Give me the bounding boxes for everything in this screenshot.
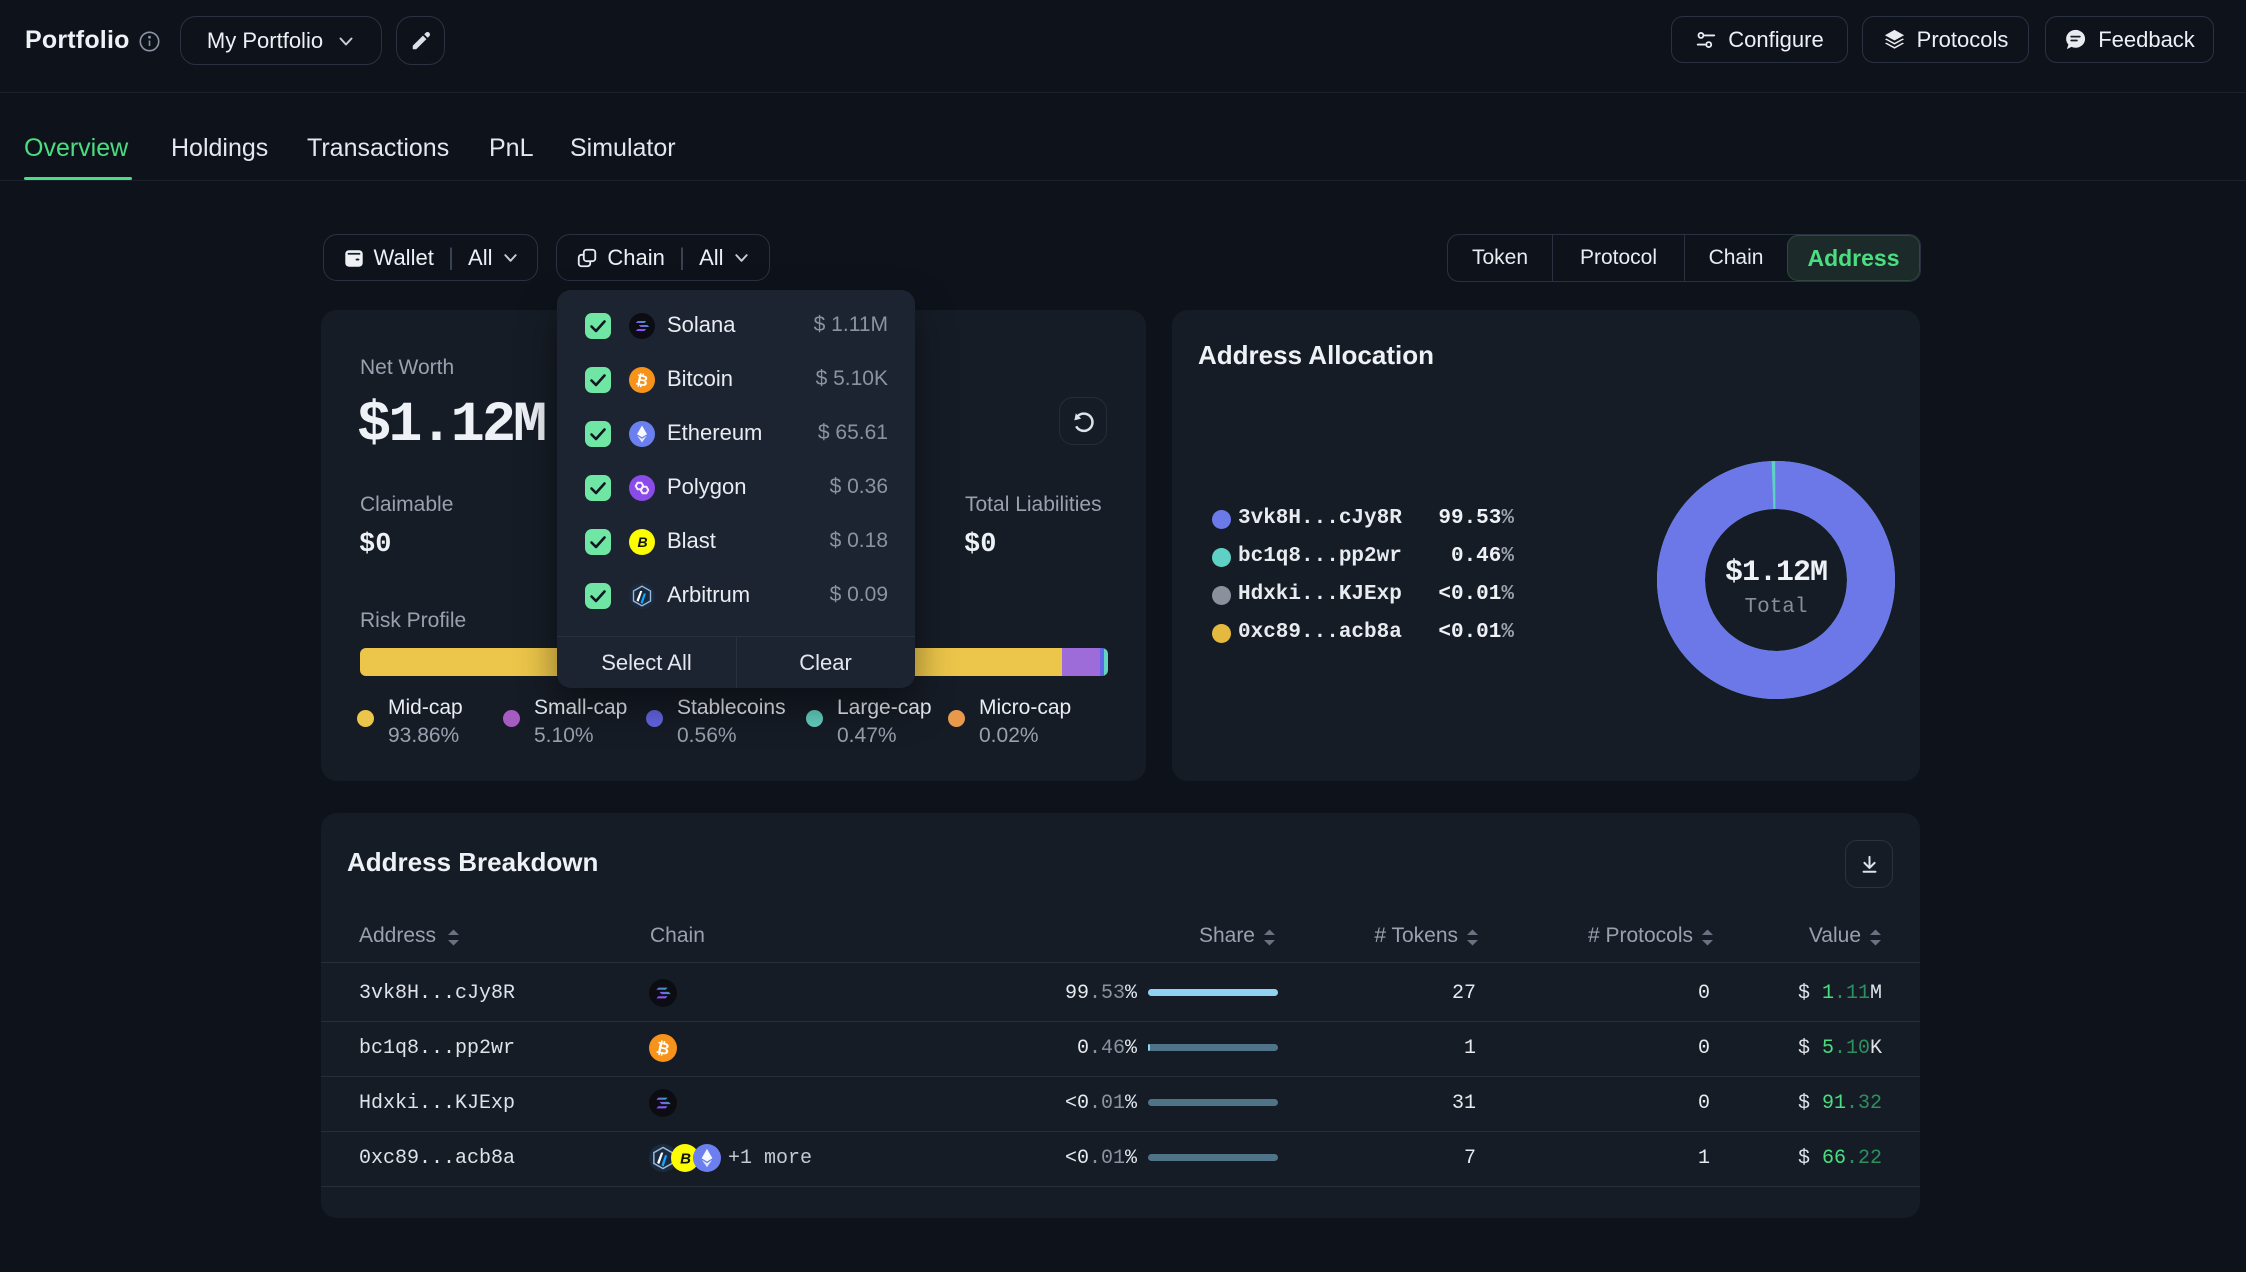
svg-text:B: B (680, 1150, 691, 1167)
svg-text:B: B (637, 534, 647, 550)
